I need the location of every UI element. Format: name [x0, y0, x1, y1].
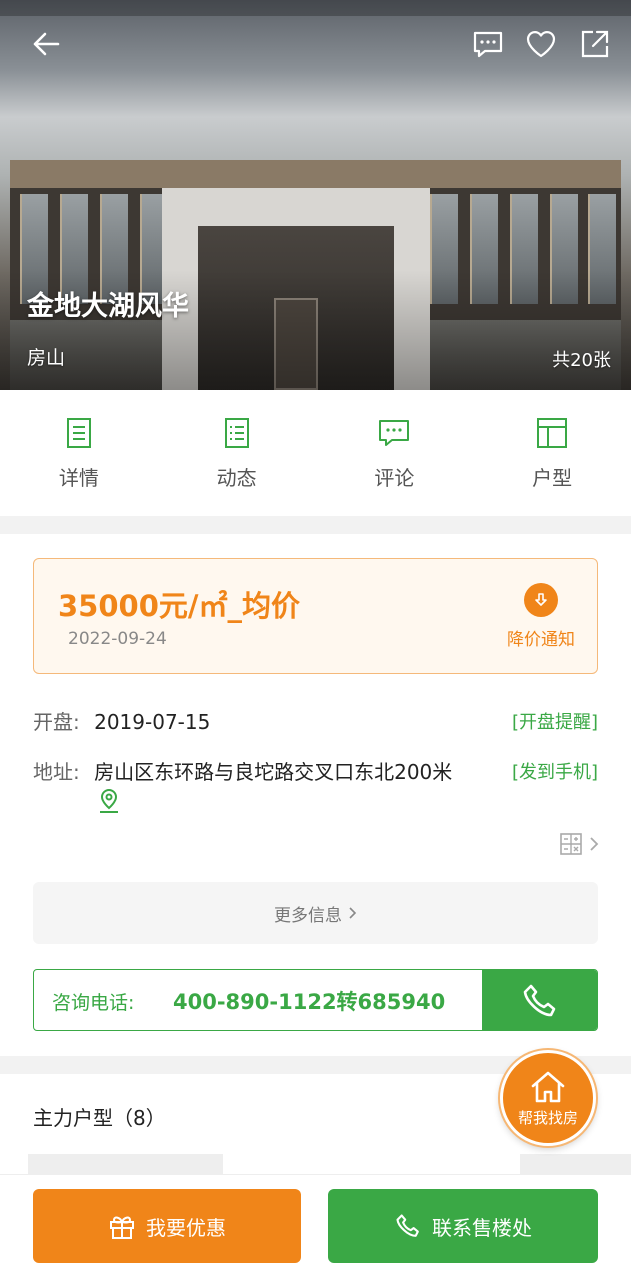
status-bar [0, 0, 631, 16]
opening-row: 开盘: 2019-07-15 [33, 706, 210, 735]
news-icon [224, 418, 249, 448]
find-home-label: 帮我找房 [517, 1108, 578, 1127]
layout-icon [537, 418, 568, 448]
chevron-right-icon [349, 907, 357, 919]
get-discount-label: 我要优惠 [146, 1215, 226, 1240]
hero-image[interactable]: 金地大湖风华 房山 共20张 [0, 0, 631, 390]
tab-comment[interactable]: 评论 [316, 390, 474, 516]
tab-news[interactable]: 动态 [158, 390, 316, 516]
message-icon[interactable] [472, 28, 504, 60]
send-to-phone-link[interactable]: [发到手机] [512, 758, 598, 784]
nav-tabs: 详情 动态 评论 户型 [0, 390, 631, 516]
phone-icon [396, 1214, 419, 1237]
more-info-button[interactable]: 更多信息 [33, 882, 598, 944]
chevron-right-icon [590, 837, 599, 851]
district-label: 房山 [27, 347, 66, 369]
heart-icon[interactable] [525, 28, 557, 60]
phone-icon [523, 984, 555, 1017]
back-arrow-icon[interactable] [30, 28, 62, 60]
price-drop-notify-button[interactable]: 降价通知 [503, 583, 579, 650]
bottom-action-bar: 我要优惠 联系售楼处 [0, 1174, 631, 1280]
calculator-icon [560, 833, 582, 855]
photo-count[interactable]: 共20张 [552, 346, 611, 372]
tab-label: 户型 [532, 466, 573, 490]
consult-phone-bar[interactable]: 咨询电话: 400-890-1122转685940 [33, 969, 598, 1031]
consult-label: 咨询电话: [52, 992, 135, 1014]
opening-reminder-link[interactable]: [开盘提醒] [512, 708, 598, 734]
tab-label: 评论 [374, 466, 415, 490]
arrow-down-icon [524, 583, 558, 617]
opening-date: 2019-07-15 [94, 710, 211, 734]
tab-label: 详情 [58, 466, 99, 490]
find-home-button[interactable]: 帮我找房 [500, 1050, 596, 1146]
address-value: 房山区东环路与良坨路交叉口东北200米 [94, 760, 453, 784]
project-title: 金地大湖风华 [27, 291, 189, 322]
call-button[interactable] [482, 970, 597, 1030]
get-discount-button[interactable]: 我要优惠 [33, 1189, 301, 1263]
tab-detail[interactable]: 详情 [0, 390, 158, 516]
share-icon[interactable] [579, 28, 611, 60]
house-icon [531, 1071, 565, 1102]
average-price: 35000元/㎡_均价 [58, 589, 300, 623]
contact-sales-label: 联系售楼处 [432, 1215, 532, 1240]
main-floor-plans-title: 主力户型（8） [33, 1106, 166, 1130]
map-pin-icon[interactable] [98, 788, 120, 814]
tab-layout[interactable]: 户型 [473, 390, 631, 516]
calculator-button[interactable] [559, 832, 599, 856]
price-date: 2022-09-24 [68, 629, 167, 649]
floor-plan-thumbnail[interactable] [28, 1154, 223, 1174]
price-box: 35000元/㎡_均价 2022-09-24 降价通知 [33, 558, 598, 674]
gift-icon [110, 1216, 134, 1239]
floor-plan-thumbnail[interactable] [520, 1154, 631, 1174]
consult-number: 400-890-1122转685940 [173, 990, 446, 1014]
contact-sales-button[interactable]: 联系售楼处 [328, 1189, 598, 1263]
project-info-card: 35000元/㎡_均价 2022-09-24 降价通知 开盘: 2019-07-… [0, 534, 631, 1056]
detail-icon [66, 418, 91, 448]
price-drop-notify-label: 降价通知 [507, 630, 575, 650]
address-row: 地址: 房山区东环路与良坨路交叉口东北200米 [33, 756, 452, 785]
comment-icon [379, 420, 410, 446]
tab-label: 动态 [216, 466, 257, 490]
more-info-label: 更多信息 [274, 905, 342, 926]
address-label: 地址: [33, 760, 80, 784]
opening-label: 开盘: [33, 710, 80, 734]
